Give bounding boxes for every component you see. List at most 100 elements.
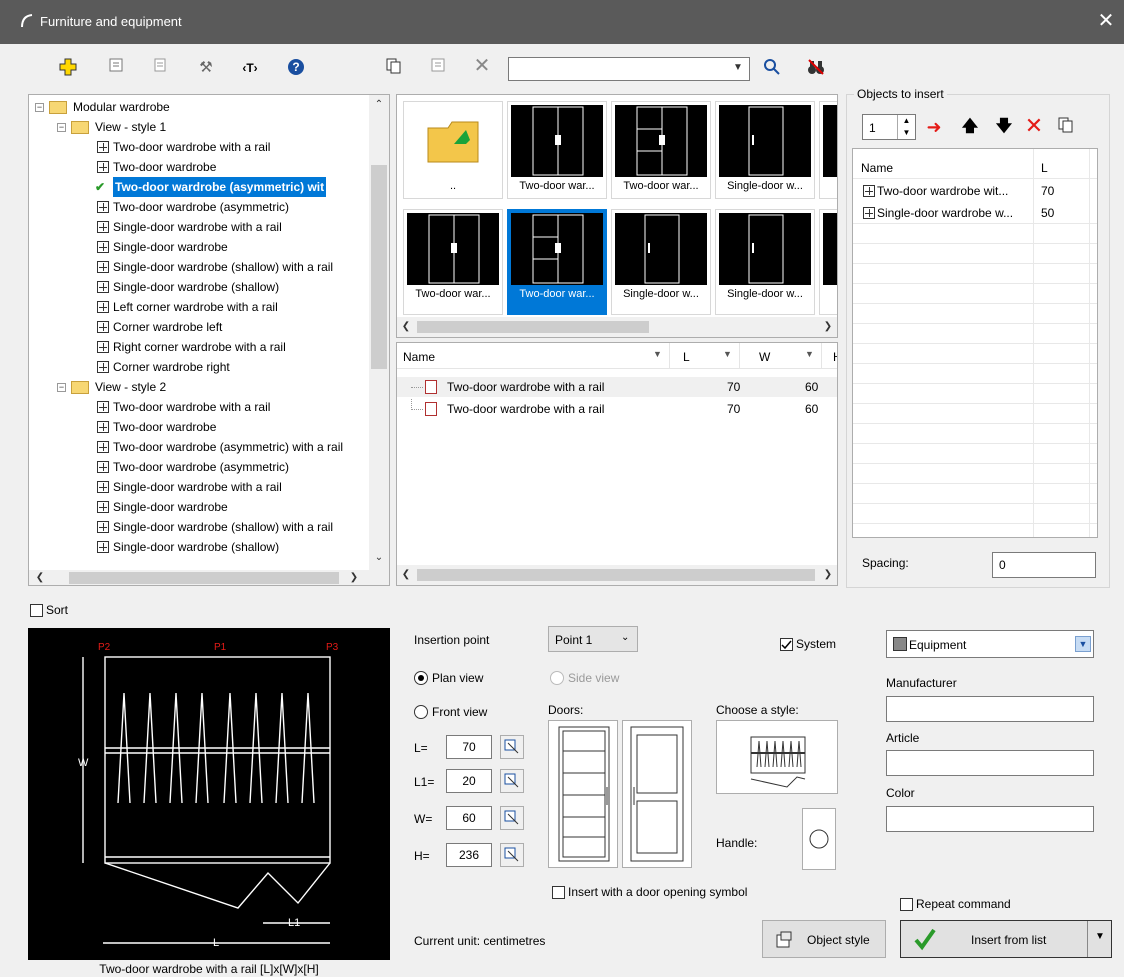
binoculars-icon[interactable]: [806, 58, 826, 78]
tree-item[interactable]: Two-door wardrobe (asymmetric): [29, 197, 369, 217]
l1-input[interactable]: [446, 769, 492, 793]
col-name[interactable]: Name: [403, 350, 435, 364]
pick-h-icon[interactable]: [500, 843, 524, 867]
scroll-thumb-h[interactable]: [69, 572, 339, 584]
pick-l-icon[interactable]: [500, 735, 524, 759]
l-input[interactable]: [446, 735, 492, 759]
tile-partial-2[interactable]: L: [819, 209, 837, 315]
tree-item[interactable]: Left corner wardrobe with a rail: [29, 297, 369, 317]
door-style-1[interactable]: [548, 720, 618, 868]
object-style-button[interactable]: Object style: [762, 920, 886, 958]
document-icon[interactable]: [150, 58, 170, 78]
collapse-icon[interactable]: −: [57, 383, 66, 392]
objects-row[interactable]: Single-door wardrobe w... 50: [853, 203, 1097, 223]
col-name[interactable]: Name: [861, 161, 893, 175]
handle-picker[interactable]: [802, 808, 836, 870]
list-icon[interactable]: [428, 58, 448, 78]
arrow-right-icon[interactable]: ➜: [924, 117, 944, 137]
tree-item[interactable]: Single-door wardrobe with a rail: [29, 477, 369, 497]
tree-item[interactable]: Two-door wardrobe (asymmetric): [29, 457, 369, 477]
door-style-2[interactable]: [622, 720, 692, 868]
side-view-radio[interactable]: [550, 671, 564, 685]
insertion-point-select[interactable]: Point 1 ⌄: [548, 626, 638, 652]
tree-folder[interactable]: − View - style 1: [29, 117, 369, 137]
scroll-thumb[interactable]: [417, 569, 815, 581]
repeat-command-checkbox[interactable]: [900, 898, 913, 911]
tools-icon[interactable]: ⚒: [196, 58, 216, 78]
tile-partial[interactable]: S: [819, 101, 837, 199]
count-spinner[interactable]: 1 ▲ ▼: [862, 114, 916, 140]
col-l[interactable]: L: [683, 350, 690, 364]
col-h[interactable]: H: [833, 350, 837, 364]
tree-item[interactable]: Single-door wardrobe (shallow) with a ra…: [29, 257, 369, 277]
article-input[interactable]: [886, 750, 1094, 776]
pick-w-icon[interactable]: [500, 806, 524, 830]
tree-item[interactable]: Corner wardrobe left: [29, 317, 369, 337]
tile-single-door[interactable]: Single-door w...: [715, 101, 815, 199]
scroll-down-icon[interactable]: ⌄: [371, 550, 387, 566]
list-row[interactable]: Two-door wardrobe with a rail 70 60: [397, 399, 837, 419]
tree-horizontal-scrollbar[interactable]: ❮ ❯: [29, 570, 389, 585]
tile-single-door-2[interactable]: Single-door w...: [611, 209, 711, 315]
tree-folder[interactable]: − Modular wardrobe: [29, 97, 369, 117]
scroll-left-icon[interactable]: ❮: [399, 567, 413, 583]
close-button[interactable]: ✕: [1094, 9, 1118, 33]
scroll-left-icon[interactable]: ❮: [399, 319, 413, 335]
chevron-down-icon[interactable]: ▼: [723, 349, 732, 359]
library-tree[interactable]: − Modular wardrobe − View - style 1 Two-door…: [28, 94, 390, 586]
style-picker[interactable]: [716, 720, 838, 794]
door-symbol-checkbox[interactable]: [552, 886, 565, 899]
properties-icon[interactable]: [106, 58, 126, 78]
copy-list-icon[interactable]: [1056, 117, 1076, 137]
tree-item[interactable]: Two-door wardrobe (asymmetric) with a ra…: [29, 437, 369, 457]
remove-icon[interactable]: ✕: [1024, 115, 1044, 137]
tree-item[interactable]: Two-door wardrobe with a rail: [29, 137, 369, 157]
scroll-left-icon[interactable]: ❮: [33, 570, 47, 585]
delete-icon[interactable]: ✕: [472, 56, 492, 76]
collapse-icon[interactable]: −: [35, 103, 44, 112]
tile-parent-folder[interactable]: ..: [403, 101, 503, 199]
tree-folder[interactable]: − View - style 2: [29, 377, 369, 397]
spinner-arrows[interactable]: ▲ ▼: [897, 115, 915, 139]
scroll-right-icon[interactable]: ❯: [821, 319, 835, 335]
help-icon[interactable]: ?: [286, 58, 306, 78]
text-icon[interactable]: ‹T›: [240, 58, 260, 78]
front-view-radio[interactable]: [414, 705, 428, 719]
move-up-icon[interactable]: 🡅: [960, 117, 980, 137]
collapse-icon[interactable]: −: [57, 123, 66, 132]
pick-l1-icon[interactable]: [500, 769, 524, 793]
gallery-horizontal-scrollbar[interactable]: ❮ ❯: [397, 317, 837, 337]
search-combobox[interactable]: ▼: [508, 57, 750, 81]
scroll-thumb[interactable]: [371, 165, 387, 369]
tile-single-door-3[interactable]: Single-door w...: [715, 209, 815, 315]
list-horizontal-scrollbar[interactable]: ❮ ❯: [397, 565, 837, 585]
scroll-right-icon[interactable]: ❯: [347, 570, 361, 585]
tree-item[interactable]: Right corner wardrobe with a rail: [29, 337, 369, 357]
chevron-down-icon[interactable]: ▼: [653, 349, 662, 359]
search-icon[interactable]: [762, 58, 782, 78]
scroll-right-icon[interactable]: ❯: [821, 567, 835, 583]
list-row[interactable]: Two-door wardrobe with a rail 70 60: [397, 377, 837, 397]
tree-item[interactable]: Single-door wardrobe: [29, 237, 369, 257]
tree-item[interactable]: Single-door wardrobe (shallow) with a ra…: [29, 517, 369, 537]
color-input[interactable]: [886, 806, 1094, 832]
insert-from-list-button[interactable]: Insert from list ▼: [900, 920, 1112, 958]
tree-item[interactable]: Corner wardrobe right: [29, 357, 369, 377]
sort-checkbox[interactable]: [30, 604, 43, 617]
objects-row[interactable]: Two-door wardrobe wit... 70: [853, 181, 1097, 201]
col-l[interactable]: L: [1041, 161, 1048, 175]
col-w[interactable]: W: [759, 350, 770, 364]
scroll-thumb[interactable]: [417, 321, 649, 333]
w-input[interactable]: [446, 806, 492, 830]
element-list[interactable]: Name ▼ L ▼ W ▼ H Two-door wardrobe with …: [396, 342, 838, 586]
spacing-input[interactable]: [992, 552, 1096, 578]
chevron-down-icon[interactable]: ▼: [805, 349, 814, 359]
layer-select[interactable]: Equipment ▼: [886, 630, 1094, 658]
tree-item[interactable]: ✔ Two-door wardrobe (asymmetric) wit: [29, 177, 369, 197]
tree-item[interactable]: Single-door wardrobe: [29, 497, 369, 517]
tree-vertical-scrollbar[interactable]: ⌃ ⌄: [369, 95, 389, 570]
objects-table[interactable]: Name L Two-door wardrobe wit... 70 Singl…: [852, 148, 1098, 538]
copy-icon[interactable]: [384, 58, 404, 78]
thumbnail-gallery[interactable]: .. Two-door war... Two-door war... Singl…: [396, 94, 838, 338]
tile-two-door[interactable]: Two-door war...: [507, 101, 607, 199]
